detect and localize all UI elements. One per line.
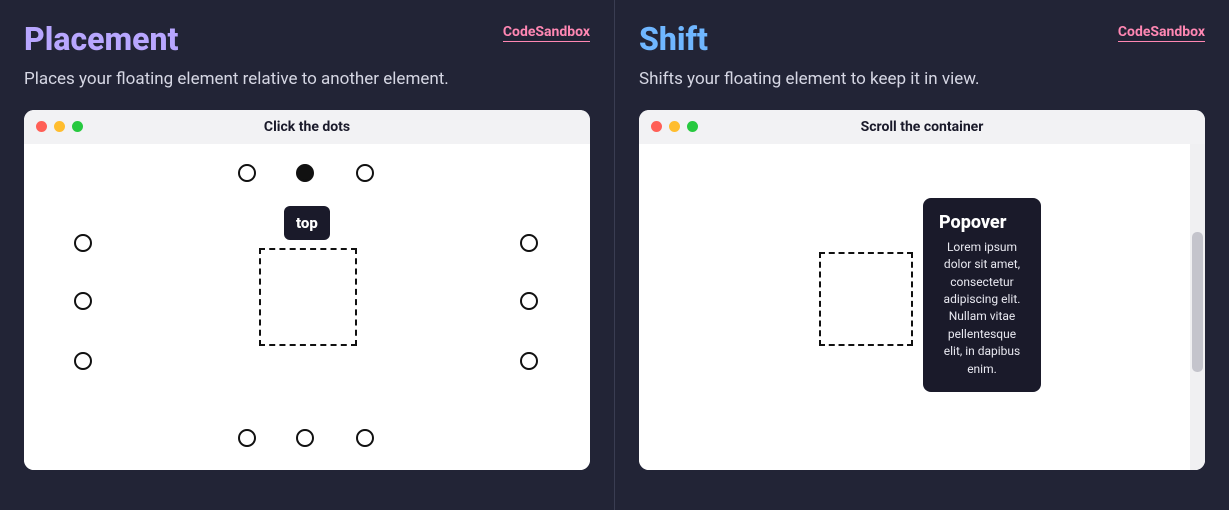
- traffic-lights: [36, 121, 83, 132]
- window-titlebar: Scroll the container: [639, 110, 1205, 144]
- dot-bottom-end[interactable]: [356, 429, 374, 447]
- shift-window: Scroll the container Popover Lorem ipsum…: [639, 110, 1205, 470]
- placement-description: Places your floating element relative to…: [24, 68, 590, 92]
- shift-popover: Popover Lorem ipsum dolor sit amet, cons…: [923, 198, 1041, 392]
- minimize-icon: [669, 121, 680, 132]
- placement-header: Placement CodeSandbox: [24, 20, 590, 68]
- window-titlebar: Click the dots: [24, 110, 590, 144]
- window-title: Scroll the container: [639, 119, 1205, 135]
- shift-description: Shifts your floating element to keep it …: [639, 68, 1205, 92]
- dot-left-end[interactable]: [74, 352, 92, 370]
- placement-canvas: top: [24, 144, 590, 470]
- close-icon: [651, 121, 662, 132]
- dot-bottom-start[interactable]: [238, 429, 256, 447]
- traffic-lights: [651, 121, 698, 132]
- reference-box: [259, 248, 357, 346]
- dot-left[interactable]: [74, 292, 92, 310]
- dot-right[interactable]: [520, 292, 538, 310]
- shift-panel: Shift CodeSandbox Shifts your floating e…: [615, 0, 1229, 510]
- maximize-icon: [72, 121, 83, 132]
- placement-panel: Placement CodeSandbox Places your floati…: [0, 0, 614, 510]
- shift-header: Shift CodeSandbox: [639, 20, 1205, 68]
- dot-top[interactable]: [296, 164, 314, 182]
- popover-body: Lorem ipsum dolor sit amet, consectetur …: [939, 239, 1025, 378]
- placement-title: Placement: [24, 20, 178, 58]
- codesandbox-link[interactable]: CodeSandbox: [1118, 24, 1205, 42]
- dot-bottom[interactable]: [296, 429, 314, 447]
- placement-window: Click the dots top: [24, 110, 590, 470]
- close-icon: [36, 121, 47, 132]
- scrollbar-thumb[interactable]: [1192, 232, 1203, 372]
- dot-right-start[interactable]: [520, 234, 538, 252]
- popover-title: Popover: [939, 212, 1025, 233]
- dot-top-end[interactable]: [356, 164, 374, 182]
- dot-right-end[interactable]: [520, 352, 538, 370]
- placement-tooltip: top: [284, 206, 330, 240]
- shift-canvas[interactable]: Popover Lorem ipsum dolor sit amet, cons…: [639, 144, 1205, 470]
- shift-title: Shift: [639, 20, 708, 58]
- dot-left-start[interactable]: [74, 234, 92, 252]
- minimize-icon: [54, 121, 65, 132]
- scrollbar-track[interactable]: [1190, 144, 1205, 470]
- reference-box: [819, 252, 913, 346]
- codesandbox-link[interactable]: CodeSandbox: [503, 24, 590, 42]
- window-title: Click the dots: [24, 119, 590, 135]
- dot-top-start[interactable]: [238, 164, 256, 182]
- maximize-icon: [687, 121, 698, 132]
